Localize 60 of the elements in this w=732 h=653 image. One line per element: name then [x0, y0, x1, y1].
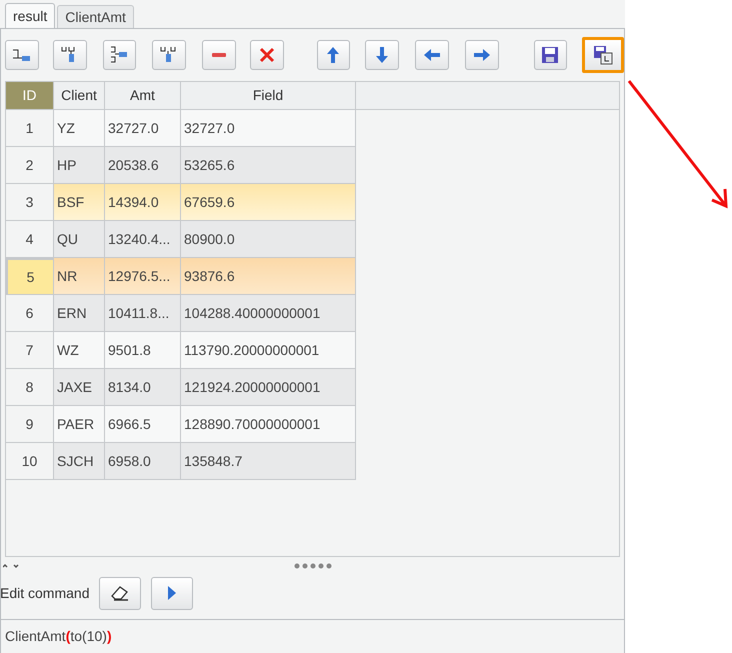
- table-cell: BSF: [54, 184, 105, 221]
- table-cell: 67659.6: [181, 184, 356, 221]
- edit-command-label: Edit command: [0, 584, 90, 602]
- table-cell: 121924.20000000001: [181, 369, 356, 406]
- row-number: 5: [6, 258, 54, 295]
- row-number: 8: [6, 369, 54, 406]
- toolbar-button[interactable]: [582, 37, 624, 73]
- play-icon: [168, 586, 176, 600]
- toolbar-button[interactable]: [52, 40, 86, 70]
- row-number: 4: [6, 221, 54, 258]
- table-cell: 20538.6: [105, 147, 181, 184]
- toolbar-button[interactable]: [5, 40, 39, 70]
- column-header[interactable]: Field: [181, 82, 356, 109]
- table-cell: 128890.70000000001: [181, 406, 356, 443]
- table-cell: HP: [54, 147, 105, 184]
- insert-row-icon: [12, 48, 32, 62]
- table-cell: 104288.40000000001: [181, 295, 356, 332]
- table-cell: 53265.6: [181, 147, 356, 184]
- row-number: 1: [6, 110, 54, 147]
- table-cell: YZ: [54, 110, 105, 147]
- table-cell: 10411.8...: [105, 295, 181, 332]
- column-header[interactable]: Client: [54, 82, 105, 109]
- table-cell: 6966.5: [105, 406, 181, 443]
- run-button[interactable]: [151, 576, 194, 610]
- command-field[interactable]: ClientAmt(to(10)): [5, 626, 112, 647]
- clear-button[interactable]: [99, 576, 142, 610]
- toolbar-button[interactable]: [534, 40, 568, 70]
- table-cell: 6958.0: [105, 443, 181, 480]
- table-cell: 113790.20000000001: [181, 332, 356, 369]
- floppy-disks-icon: [592, 44, 614, 66]
- table-cell: WZ: [54, 332, 105, 369]
- row-number: 2: [6, 147, 54, 184]
- table-cell: 32727.0: [105, 110, 181, 147]
- table-cell: NR: [54, 258, 105, 295]
- table-cell: 135848.7: [181, 443, 356, 480]
- toolbar-button[interactable]: [102, 40, 136, 70]
- toolbar-button[interactable]: [152, 40, 186, 70]
- tab[interactable]: result: [5, 3, 56, 28]
- table-cell: JAXE: [54, 369, 105, 406]
- table-cell: 80900.0: [181, 221, 356, 258]
- row-number: 6: [6, 295, 54, 332]
- minus-icon: [212, 53, 226, 57]
- table-cell: 14394.0: [105, 184, 181, 221]
- column-header[interactable]: Amt: [105, 82, 181, 109]
- row-number: 10: [6, 443, 54, 480]
- row-number: 7: [6, 332, 54, 369]
- table-cell: PAER: [54, 406, 105, 443]
- table-cell: 93876.6: [181, 258, 356, 295]
- table-cell: 32727.0: [181, 110, 356, 147]
- table-cell: 8134.0: [105, 369, 181, 406]
- splitter-handle-icon[interactable]: [294, 563, 332, 569]
- table-cell: 12976.5...: [105, 258, 181, 295]
- table-cell: 9501.8: [105, 332, 181, 369]
- table-cell: QU: [54, 221, 105, 258]
- table-cell: ERN: [54, 295, 105, 332]
- row-number: 3: [6, 184, 54, 221]
- row-number: 9: [6, 406, 54, 443]
- table-cell: SJCH: [54, 443, 105, 480]
- tab[interactable]: ClientAmt: [57, 5, 134, 28]
- table-cell: 13240.4...: [105, 221, 181, 258]
